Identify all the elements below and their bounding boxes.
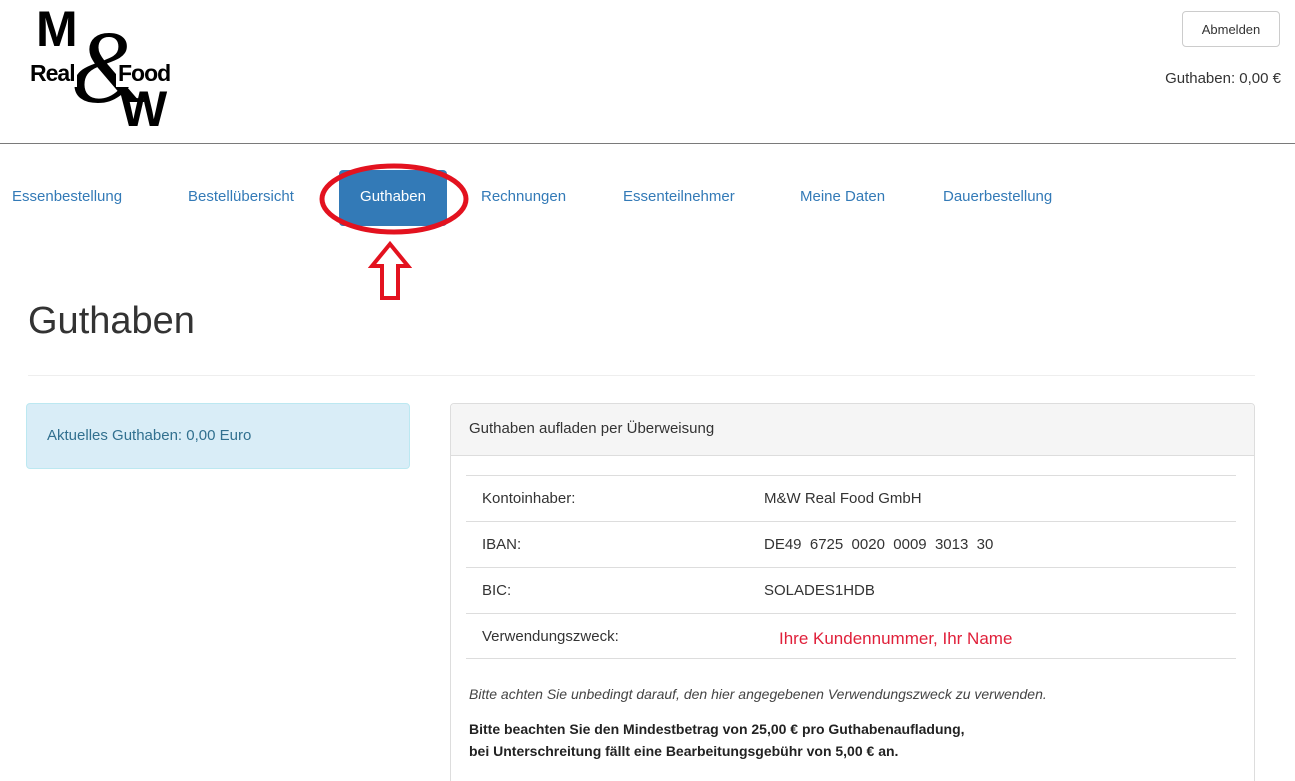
- table-row: IBAN: DE49 6725 0020 0009 3013 30: [466, 521, 1236, 567]
- minimum-amount-notice: Bitte beachten Sie den Mindestbetrag von…: [469, 718, 965, 762]
- nav-item-meine-daten[interactable]: Meine Daten: [800, 170, 910, 226]
- bank-transfer-panel: Guthaben aufladen per Überweisung Kontoi…: [450, 403, 1255, 781]
- up-arrow-icon: [368, 240, 412, 300]
- page-title: Guthaben: [28, 300, 195, 342]
- highlight-ellipse: [319, 163, 469, 235]
- nav-item-rechnungen[interactable]: Rechnungen: [481, 170, 591, 226]
- logo-letter-m: M: [36, 1, 78, 57]
- bic-value: SOLADES1HDB: [764, 582, 875, 599]
- table-row: BIC: SOLADES1HDB: [466, 567, 1236, 613]
- payment-reference-value: Ihre Kundennummer, Ihr Name: [779, 629, 1013, 648]
- row-label: Kontoinhaber:: [482, 490, 576, 507]
- row-label: IBAN:: [482, 536, 522, 553]
- row-label: Verwendungszweck:: [482, 628, 619, 645]
- logout-button[interactable]: Abmelden: [1182, 11, 1280, 47]
- account-holder-value: M&W Real Food GmbH: [764, 490, 922, 507]
- iban-value: DE49 6725 0020 0009 3013 30: [764, 536, 994, 553]
- nav-item-bestelluebersicht[interactable]: Bestellübersicht: [188, 170, 320, 226]
- bank-details-table: Kontoinhaber: M&W Real Food GmbH IBAN: D…: [466, 475, 1236, 659]
- title-divider: [28, 375, 1255, 376]
- current-balance-alert: Aktuelles Guthaben: 0,00 Euro: [26, 403, 410, 469]
- page-header: & M Real Food W Abmelden Guthaben: 0,00 …: [0, 0, 1295, 144]
- header-balance: Guthaben: 0,00 €: [1165, 70, 1281, 87]
- nav-item-essenbestellung[interactable]: Essenbestellung: [12, 170, 152, 226]
- nav-item-dauerbestellung[interactable]: Dauerbestellung: [943, 170, 1083, 226]
- minimum-amount-line-1: Bitte beachten Sie den Mindestbetrag von…: [469, 721, 965, 737]
- table-row: Kontoinhaber: M&W Real Food GmbH: [466, 475, 1236, 521]
- row-label: BIC:: [482, 582, 512, 599]
- logo-letter-w: W: [120, 81, 168, 137]
- mw-real-food-logo[interactable]: & M Real Food W: [30, 4, 180, 134]
- minimum-amount-line-2: bei Unterschreitung fällt eine Bearbeitu…: [469, 743, 899, 759]
- table-row: Verwendungszweck: Ihre Kundennummer, Ihr…: [466, 613, 1236, 659]
- reference-notice: Bitte achten Sie unbedingt darauf, den h…: [469, 686, 1047, 702]
- panel-heading: Guthaben aufladen per Überweisung: [451, 404, 1254, 456]
- logo-word-real: Real: [30, 60, 77, 87]
- nav-item-essenteilnehmer[interactable]: Essenteilnehmer: [623, 170, 763, 226]
